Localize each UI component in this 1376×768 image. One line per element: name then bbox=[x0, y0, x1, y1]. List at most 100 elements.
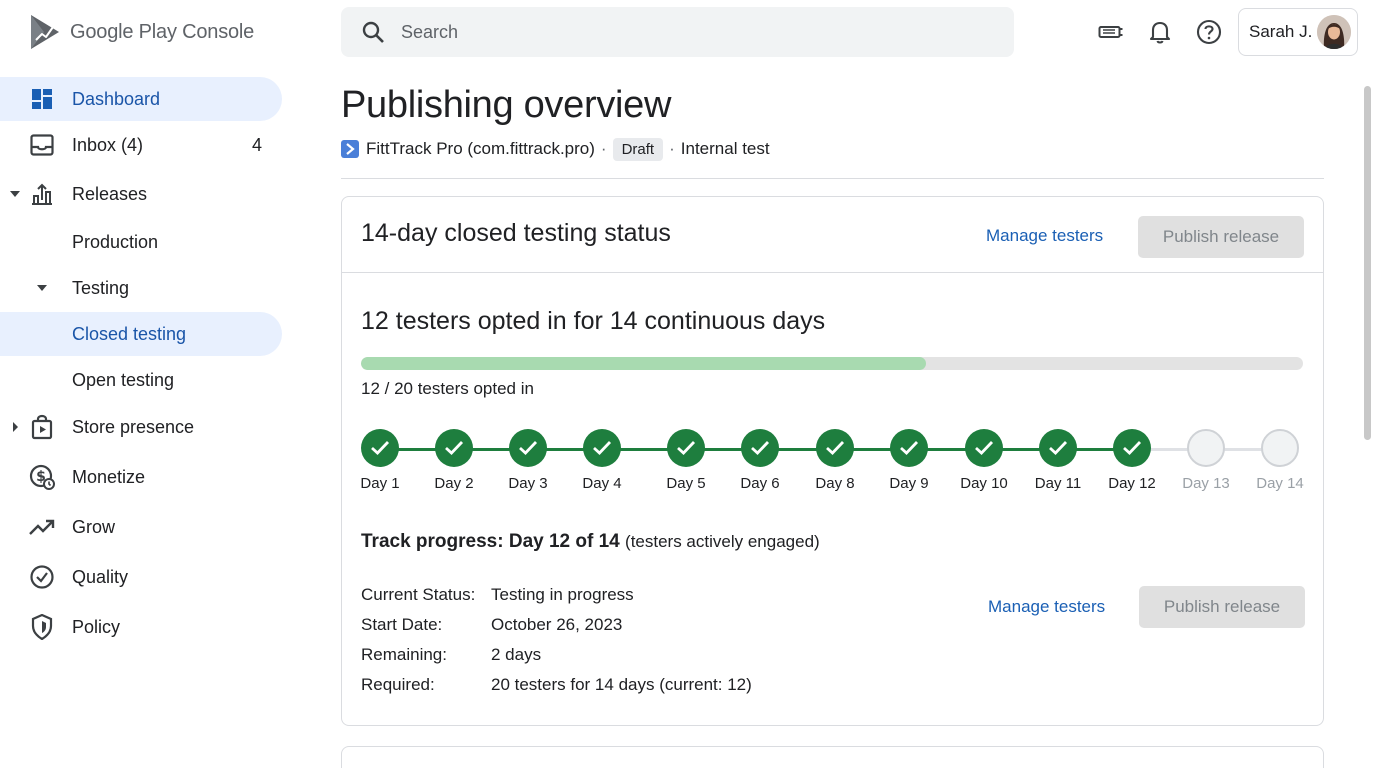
sidebar-item-closed-testing[interactable]: Closed testing bbox=[0, 312, 282, 356]
day-label: Day 6 bbox=[740, 475, 780, 492]
sidebar-item-open-testing[interactable]: Open testing bbox=[0, 358, 282, 402]
search-input[interactable] bbox=[401, 21, 961, 43]
sidebar-item-store-presence[interactable]: Store presence bbox=[0, 405, 282, 449]
sidebar-item-label: Testing bbox=[72, 277, 130, 298]
sidebar-item-label: Inbox (4) bbox=[72, 134, 144, 155]
notifications-icon[interactable] bbox=[1146, 18, 1174, 46]
dashboard-icon bbox=[29, 86, 55, 112]
cast-icon[interactable] bbox=[1097, 18, 1125, 46]
sidebar-item-monetize[interactable]: $ Monetize bbox=[0, 455, 282, 499]
sidebar-item-dashboard[interactable]: Dashboard bbox=[0, 77, 282, 121]
sidebar-item-label: Quality bbox=[72, 566, 129, 587]
policy-icon bbox=[29, 614, 55, 640]
day-step: Day 14 bbox=[1240, 429, 1320, 492]
app-name[interactable]: FittTrack Pro (com.fittrack.pro) bbox=[366, 139, 595, 159]
page-title: Publishing overview bbox=[341, 84, 672, 126]
check-icon bbox=[1039, 429, 1077, 467]
day-step: Day 1 bbox=[340, 429, 420, 492]
account-button[interactable]: Sarah J. bbox=[1238, 8, 1358, 56]
brand-name: Google Play Console bbox=[70, 20, 255, 43]
app-icon bbox=[341, 140, 359, 158]
day-label: Day 9 bbox=[889, 475, 929, 492]
closed-testing-status-card: 14-day closed testing status Manage test… bbox=[341, 196, 1324, 726]
day-label: Day 5 bbox=[666, 475, 706, 492]
track-progress-subtitle: (testers actively engaged) bbox=[625, 532, 820, 551]
collapsed-caret-icon[interactable] bbox=[8, 420, 22, 434]
card-header: 14-day closed testing status Manage test… bbox=[342, 197, 1323, 273]
check-icon bbox=[1113, 429, 1151, 467]
releases-icon bbox=[29, 181, 55, 207]
detail-key: Current Status: bbox=[361, 585, 476, 604]
sidebar-item-label: Releases bbox=[72, 183, 148, 204]
check-icon bbox=[965, 429, 1003, 467]
sidebar-item-label: Dashboard bbox=[72, 88, 161, 109]
day-step: Day 3 bbox=[488, 429, 568, 492]
day-label: Day 1 bbox=[360, 475, 400, 492]
detail-value: Testing in progress bbox=[491, 585, 634, 604]
play-console-logo-icon bbox=[31, 15, 59, 49]
inbox-count-badge: 4 bbox=[252, 134, 263, 155]
detail-value: October 26, 2023 bbox=[491, 615, 623, 634]
detail-key: Required: bbox=[361, 675, 435, 694]
sidebar-item-grow[interactable]: Grow bbox=[0, 505, 282, 549]
sidebar-item-label: Store presence bbox=[72, 416, 195, 437]
card-title: 14-day closed testing status bbox=[361, 219, 671, 247]
sidebar-item-label: Open testing bbox=[72, 369, 175, 390]
sidebar: Google Play Console Dashboard Inbox (4) … bbox=[0, 0, 300, 768]
day-label: Day 13 bbox=[1182, 475, 1230, 492]
testers-headline: 12 testers opted in for 14 continuous da… bbox=[361, 307, 826, 335]
status-badge: Draft bbox=[612, 137, 664, 161]
check-icon bbox=[667, 429, 705, 467]
sidebar-item-label: Production bbox=[72, 231, 159, 252]
search-icon bbox=[362, 21, 384, 43]
day-label: Day 12 bbox=[1108, 475, 1156, 492]
store-presence-icon bbox=[29, 414, 55, 440]
day-label: Day 14 bbox=[1256, 475, 1304, 492]
check-icon bbox=[435, 429, 473, 467]
detail-key: Remaining: bbox=[361, 645, 447, 664]
expand-caret-icon[interactable] bbox=[35, 281, 49, 295]
day-step: Day 12 bbox=[1092, 429, 1172, 492]
day-label: Day 11 bbox=[1034, 475, 1082, 492]
day-step: Day 10 bbox=[944, 429, 1024, 492]
day-timeline: Day 1 Day 2 Day 3 Day 4 Day 5 Day 6 Day 8 Day 9… bbox=[342, 429, 1325, 499]
next-card bbox=[341, 746, 1324, 768]
check-icon bbox=[361, 429, 399, 467]
sidebar-item-production[interactable]: Production bbox=[0, 220, 282, 264]
track-name: Internal test bbox=[680, 139, 770, 158]
separator-dot: · bbox=[669, 139, 675, 158]
pending-circle-icon bbox=[1187, 429, 1225, 467]
sidebar-item-label: Grow bbox=[72, 516, 116, 537]
sidebar-item-policy[interactable]: Policy bbox=[0, 605, 282, 649]
sidebar-item-quality[interactable]: Quality bbox=[0, 555, 282, 599]
day-label: Day 10 bbox=[960, 475, 1008, 492]
day-label: Day 8 bbox=[815, 475, 855, 492]
detail-key: Start Date: bbox=[361, 615, 443, 634]
sidebar-item-testing[interactable]: Testing bbox=[0, 266, 282, 310]
day-step: Day 9 bbox=[869, 429, 949, 492]
sidebar-item-inbox[interactable]: Inbox (4) 4 bbox=[0, 123, 282, 167]
avatar bbox=[1317, 15, 1351, 49]
publish-release-button-secondary[interactable]: Publish release bbox=[1139, 586, 1305, 628]
sidebar-item-label: Closed testing bbox=[72, 323, 187, 344]
manage-testers-button-secondary[interactable]: Manage testers bbox=[988, 597, 1105, 617]
manage-testers-button[interactable]: Manage testers bbox=[986, 226, 1103, 246]
play-console-logo[interactable]: Google Play Console bbox=[28, 14, 254, 50]
app-breadcrumb: FittTrack Pro (com.fittrack.pro) · Draft… bbox=[341, 136, 770, 162]
publish-release-button[interactable]: Publish release bbox=[1138, 216, 1304, 258]
expand-caret-icon[interactable] bbox=[8, 187, 22, 201]
check-icon bbox=[890, 429, 928, 467]
divider bbox=[341, 178, 1324, 179]
scrollbar[interactable] bbox=[1364, 86, 1371, 440]
day-step: Day 8 bbox=[795, 429, 875, 492]
help-icon[interactable] bbox=[1195, 18, 1223, 46]
track-progress: Track progress: Day 12 of 14 (testers ac… bbox=[361, 531, 820, 553]
sidebar-item-releases[interactable]: Releases bbox=[0, 172, 282, 216]
day-step: Day 13 bbox=[1166, 429, 1246, 492]
inbox-icon bbox=[29, 132, 55, 158]
check-icon bbox=[583, 429, 621, 467]
search-bar[interactable] bbox=[341, 7, 1014, 57]
sidebar-item-label: Policy bbox=[72, 616, 121, 637]
day-step: Day 6 bbox=[720, 429, 800, 492]
sidebar-item-label: Monetize bbox=[72, 466, 146, 487]
